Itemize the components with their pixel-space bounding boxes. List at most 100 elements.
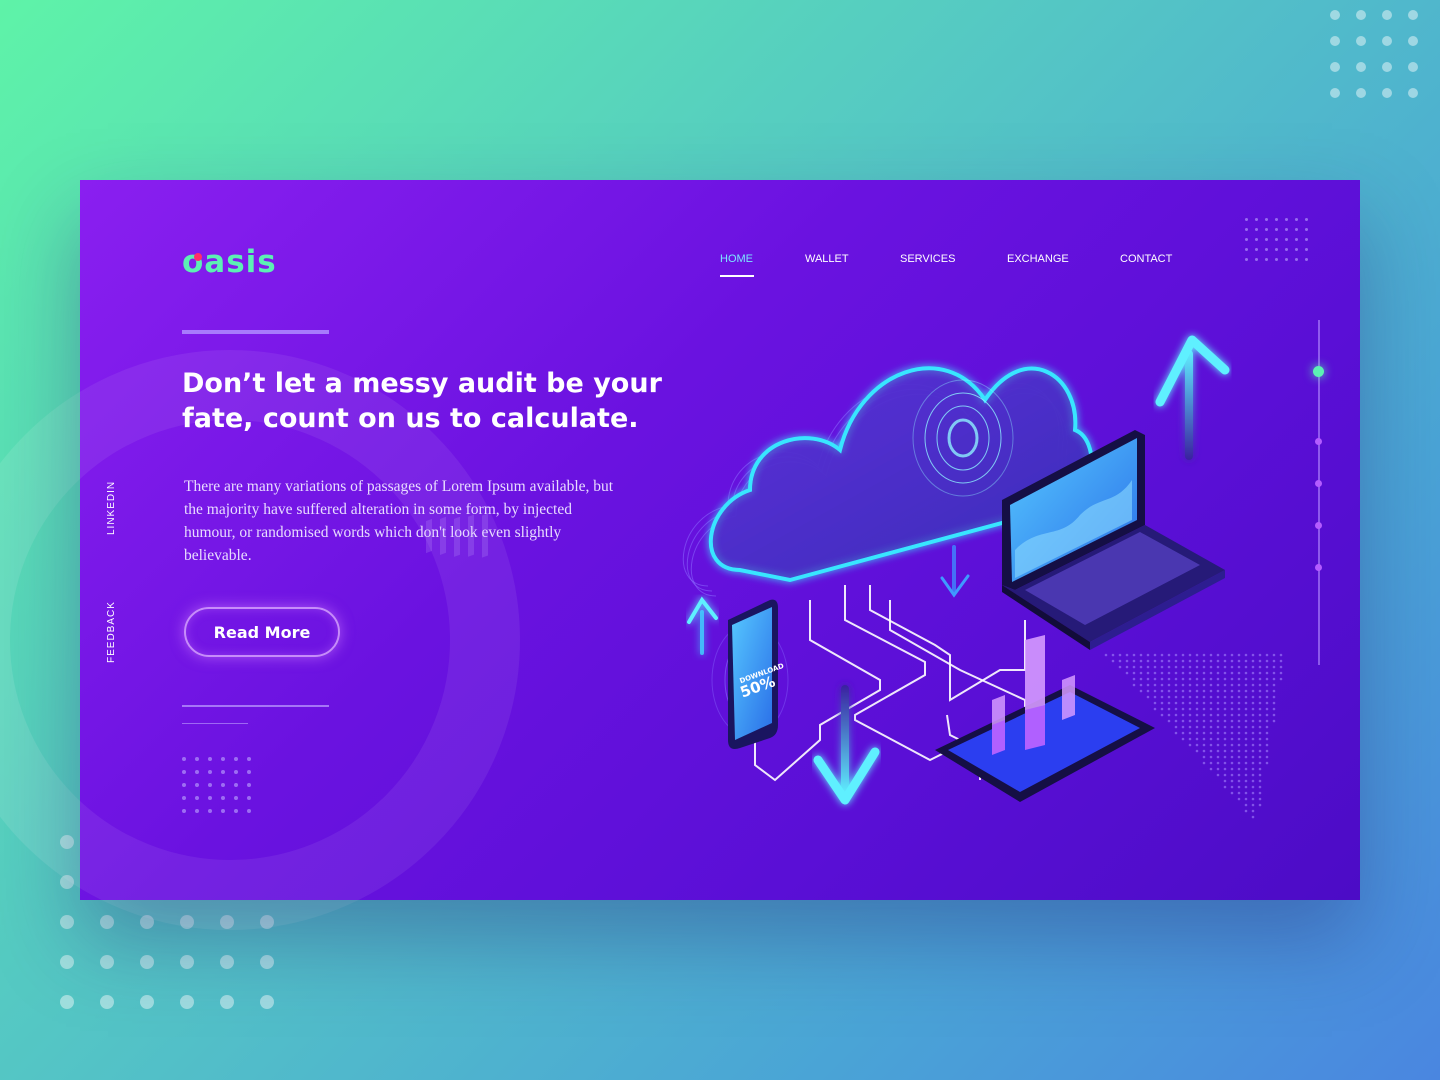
decorative-dot [1209,665,1213,669]
decorative-dot [1146,665,1150,669]
decorative-dot [1167,713,1171,717]
slide-indicator-dot[interactable] [1315,480,1322,487]
decorative-dot [1223,665,1227,669]
decorative-dot [1188,653,1192,657]
decorative-dot [1104,653,1108,657]
slide-indicator-dot[interactable] [1315,438,1322,445]
decorative-dot [1174,725,1178,729]
decorative-dot [1258,689,1262,693]
decorative-dot [1195,653,1199,657]
decorative-dot [1125,659,1129,663]
feedback-link[interactable]: FEEDBACK [106,601,117,663]
nav-home[interactable]: HOME [720,253,753,265]
decorative-dot [1146,689,1150,693]
decorative-dot [1209,671,1213,675]
decorative-dot [1118,659,1122,663]
decorative-dot [1275,228,1278,231]
decorative-dot [1285,258,1288,261]
nav-exchange[interactable]: EXCHANGE [1007,253,1069,265]
nav-contact[interactable]: CONTACT [1120,253,1172,265]
decorative-dot [1209,719,1213,723]
decorative-dot [1195,659,1199,663]
decorative-dot [1265,731,1269,735]
decorative-dot [100,995,114,1009]
decorative-dot [1244,749,1248,753]
decorative-dot [195,796,199,800]
slide-indicator-dot[interactable] [1315,522,1322,529]
decorative-dot [1195,671,1199,675]
decorative-dot [1237,653,1241,657]
decorative-dot [1272,707,1276,711]
decorative-dot [1181,713,1185,717]
decorative-dot [1258,719,1262,723]
decorative-dot [1265,683,1269,687]
decorative-dot [1258,677,1262,681]
decorative-dot [1382,62,1392,72]
decorative-dot [1139,671,1143,675]
decorative-dot [1272,695,1276,699]
decorative-dot [180,995,194,1009]
decorative-dot [1265,653,1269,657]
decorative-dot [1382,10,1392,20]
decorative-dot [1258,659,1262,663]
decorative-dot [1237,731,1241,735]
logo[interactable]: oasis [182,244,277,280]
decorative-dot [1202,761,1206,765]
decorative-dot [1216,701,1220,705]
decorative-dot [1153,683,1157,687]
cloud-front [708,366,1094,583]
decorative-dot [1223,653,1227,657]
decorative-dot [1251,785,1255,789]
decorative-dot [1244,665,1248,669]
decorative-dot [1125,671,1129,675]
decorative-dot [1258,743,1262,747]
decorative-dot [1244,707,1248,711]
decorative-dot [1251,713,1255,717]
decorative-dot [1230,761,1234,765]
arrow-down-small [940,545,970,598]
decorative-dot [1244,743,1248,747]
decorative-dot [1181,737,1185,741]
decorative-dot [1195,749,1199,753]
decorative-dot [195,809,199,813]
divider-short [182,723,248,724]
decorative-dot [1216,689,1220,693]
decorative-dot [1408,10,1418,20]
decorative-dot [1167,719,1171,723]
decorative-dot [1146,671,1150,675]
decorative-dot [1251,809,1255,813]
decorative-dot [1209,707,1213,711]
decorative-dot [1216,743,1220,747]
decorative-dot [182,783,186,787]
decorative-dot [1174,731,1178,735]
decorative-dot [1258,755,1262,759]
decorative-dot [1305,238,1308,241]
nav-wallet[interactable]: WALLET [805,253,849,265]
nav-services[interactable]: SERVICES [900,253,955,265]
slide-indicator-dot[interactable] [1315,564,1322,571]
decorative-dot [1265,659,1269,663]
linkedin-link[interactable]: LINKEDIN [106,481,117,535]
decorative-dot [1237,791,1241,795]
decorative-dot [1230,737,1234,741]
cloud-target-icon [912,379,1014,497]
decorative-dot [208,757,212,761]
read-more-button[interactable]: Read More [184,607,340,657]
decorative-dot [220,995,234,1009]
decorative-dot [1245,238,1248,241]
decorative-dot [1195,683,1199,687]
slide-indicator-active[interactable] [1313,366,1324,377]
decorative-dot [1244,779,1248,783]
decorative-dot [1245,218,1248,221]
decorative-dot [1223,689,1227,693]
decorative-dot [1167,683,1171,687]
decorative-dot [1181,659,1185,663]
decorative-dot [1237,737,1241,741]
decorative-dot [1174,701,1178,705]
decorative-dot [1258,731,1262,735]
decorative-dot [1230,665,1234,669]
decorative-dot [1209,695,1213,699]
decorative-dot [1167,689,1171,693]
decorative-dot [1153,671,1157,675]
decorative-dot [221,796,225,800]
